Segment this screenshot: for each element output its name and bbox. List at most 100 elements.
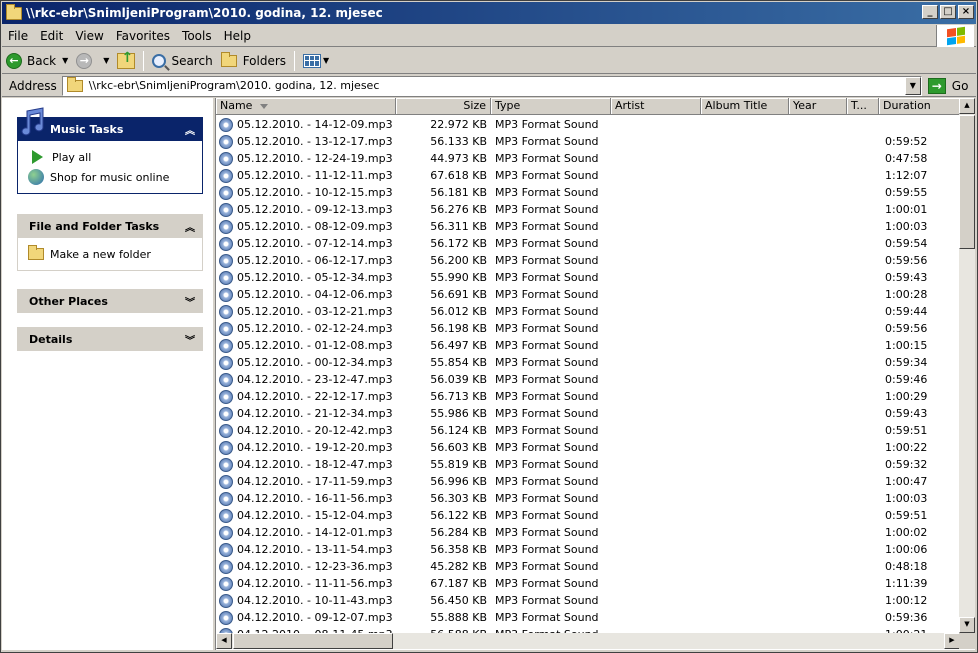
vertical-scroll-thumb[interactable] xyxy=(959,115,975,249)
column-header-duration[interactable]: Duration xyxy=(879,98,960,115)
file-row[interactable]: 04.12.2010. - 13-11-54.mp3 56.358 KB MP3 F… xyxy=(216,541,960,558)
file-row[interactable]: 04.12.2010. - 08-11-45.mp356.588 KBMP3 F… xyxy=(216,626,960,633)
other-places-header[interactable]: Other Places ︾ xyxy=(17,289,203,313)
file-row[interactable]: 04.12.2010. - 23-12-47.mp3 56.039 KB MP3 F… xyxy=(216,371,960,388)
back-button[interactable]: ← Back ▼ xyxy=(2,50,72,72)
mp3-file-icon xyxy=(219,474,233,489)
file-row[interactable]: 05.12.2010. - 06-12-17.mp3 56.200 KB MP3 F… xyxy=(216,252,960,269)
file-row[interactable]: 04.12.2010. - 12-23-36.mp3 45.282 KB MP3 F… xyxy=(216,558,960,575)
minimize-button[interactable]: _ xyxy=(922,5,938,19)
file-row[interactable]: 05.12.2010. - 12-24-19.mp3 44.973 KB MP3 F… xyxy=(216,150,960,167)
scroll-right-icon[interactable]: ▶ xyxy=(944,633,960,649)
file-type: MP3 Format Sound xyxy=(495,288,599,301)
file-folder-tasks-header[interactable]: File and Folder Tasks ︽ xyxy=(17,214,203,238)
collapse-chevron-icon[interactable]: ︽ xyxy=(185,122,195,137)
address-dropdown-icon[interactable]: ▼ xyxy=(904,76,921,95)
maximize-button[interactable]: □ xyxy=(940,5,956,19)
go-button[interactable]: → Go xyxy=(927,77,968,94)
file-row[interactable]: 05.12.2010. - 10-12-15.mp3 56.181 KB MP3 F… xyxy=(216,184,960,201)
menu-view[interactable]: View xyxy=(69,29,109,43)
file-type: MP3 Format Sound xyxy=(495,509,599,522)
scroll-left-icon[interactable]: ◀ xyxy=(216,633,232,649)
file-type: MP3 Format Sound xyxy=(495,441,599,454)
file-row[interactable]: 05.12.2010. - 04-12-06.mp3 56.691 KB MP3 F… xyxy=(216,286,960,303)
file-row[interactable]: 04.12.2010. - 10-11-43.mp3 56.450 KB MP3 F… xyxy=(216,592,960,609)
task-pane: Music Tasks ︽ Play all Shop for music on… xyxy=(2,98,213,650)
column-header-type[interactable]: Type xyxy=(491,98,611,115)
column-header-track[interactable]: T... xyxy=(847,98,879,115)
expand-chevron-icon[interactable]: ︾ xyxy=(185,294,195,309)
file-row[interactable]: 05.12.2010. - 05-12-34.mp3 55.990 KB MP3 F… xyxy=(216,269,960,286)
horizontal-scroll-thumb[interactable] xyxy=(233,633,393,649)
details-header[interactable]: Details ︾ xyxy=(17,327,203,351)
forward-dropdown-icon[interactable]: ▼ xyxy=(103,56,109,65)
column-header-album-title[interactable]: Album Title xyxy=(701,98,789,115)
forward-button[interactable]: → ▼ xyxy=(72,50,113,72)
file-row[interactable]: 05.12.2010. - 01-12-08.mp3 56.497 KB MP3 F… xyxy=(216,337,960,354)
scroll-down-icon[interactable]: ▼ xyxy=(959,617,975,633)
file-size: 55.819 KB xyxy=(430,458,487,471)
make-new-folder-link[interactable]: Make a new folder xyxy=(28,244,192,264)
search-button[interactable]: Search xyxy=(148,50,216,72)
collapse-chevron-icon[interactable]: ︽ xyxy=(185,219,195,234)
file-row[interactable]: 04.12.2010. - 09-12-07.mp3 55.888 KB MP3 F… xyxy=(216,609,960,626)
file-row[interactable]: 04.12.2010. - 20-12-42.mp3 56.124 KB MP3 F… xyxy=(216,422,960,439)
file-name-cell: 05.12.2010. - 04-12-06.mp3 xyxy=(216,287,396,302)
file-type: MP3 Format Sound xyxy=(495,577,599,590)
file-row[interactable]: 05.12.2010. - 02-12-24.mp3 56.198 KB MP3 F… xyxy=(216,320,960,337)
menu-bar: File Edit View Favorites Tools Help xyxy=(2,25,976,47)
file-row[interactable]: 05.12.2010. - 13-12-17.mp3 56.133 KB MP3 F… xyxy=(216,133,960,150)
vertical-scrollbar[interactable]: ▲ ▼ xyxy=(959,98,975,633)
title-bar[interactable]: \\rkc-ebr\SnimljeniProgram\2010. godina,… xyxy=(2,2,976,24)
file-row[interactable]: 05.12.2010. - 00-12-34.mp3 55.854 KB MP3 F… xyxy=(216,354,960,371)
menu-tools[interactable]: Tools xyxy=(176,29,218,43)
file-row[interactable]: 04.12.2010. - 17-11-59.mp3 56.996 KB MP3 F… xyxy=(216,473,960,490)
column-header-artist[interactable]: Artist xyxy=(611,98,701,115)
file-row[interactable]: 04.12.2010. - 18-12-47.mp3 55.819 KB MP3 F… xyxy=(216,456,960,473)
column-header-name[interactable]: Name xyxy=(216,98,396,115)
close-button[interactable]: × xyxy=(958,5,974,19)
file-row[interactable]: 04.12.2010. - 11-11-56.mp3 67.187 KB MP3 F… xyxy=(216,575,960,592)
file-row[interactable]: 04.12.2010. - 15-12-04.mp3 56.122 KB MP3 F… xyxy=(216,507,960,524)
folder-icon xyxy=(66,76,83,92)
file-row[interactable]: 05.12.2010. - 03-12-21.mp3 56.012 KB MP3 F… xyxy=(216,303,960,320)
horizontal-scrollbar[interactable]: ◀ ▶ xyxy=(216,633,960,649)
file-duration: 0:59:43 xyxy=(885,271,928,284)
file-row[interactable]: 04.12.2010. - 14-12-01.mp3 56.284 KB MP3 F… xyxy=(216,524,960,541)
file-type: MP3 Format Sound xyxy=(495,424,599,437)
column-header-size[interactable]: Size xyxy=(396,98,491,115)
file-type: MP3 Format Sound xyxy=(495,203,599,216)
file-type: MP3 Format Sound xyxy=(495,339,599,352)
back-dropdown-icon[interactable]: ▼ xyxy=(62,56,68,65)
file-row[interactable]: 04.12.2010. - 21-12-34.mp3 55.986 KB MP3 F… xyxy=(216,405,960,422)
file-row[interactable]: 05.12.2010. - 07-12-14.mp3 56.172 KB MP3 F… xyxy=(216,235,960,252)
views-button[interactable]: ▼ xyxy=(299,50,333,72)
file-list-pane: Name Size Type Artist Album Title Year T… xyxy=(215,98,975,650)
file-row[interactable]: 05.12.2010. - 14-12-09.mp3 22.972 KB MP3 F… xyxy=(216,116,960,133)
file-type: MP3 Format Sound xyxy=(495,118,599,131)
file-row[interactable]: 04.12.2010. - 19-12-20.mp3 56.603 KB MP3 F… xyxy=(216,439,960,456)
expand-chevron-icon[interactable]: ︾ xyxy=(185,332,195,347)
address-input[interactable]: \\rkc-ebr\SnimljeniProgram\2010. godina,… xyxy=(61,75,922,96)
scroll-up-icon[interactable]: ▲ xyxy=(959,98,975,114)
file-row[interactable]: 05.12.2010. - 09-12-13.mp3 56.276 KB MP3 F… xyxy=(216,201,960,218)
file-row[interactable]: 05.12.2010. - 08-12-09.mp3 56.311 KB MP3 F… xyxy=(216,218,960,235)
file-size: 56.039 KB xyxy=(430,373,487,386)
menu-favorites[interactable]: Favorites xyxy=(110,29,176,43)
sort-desc-icon xyxy=(260,103,269,109)
shop-music-link[interactable]: Shop for music online xyxy=(28,167,192,187)
play-icon xyxy=(32,150,43,164)
file-row[interactable]: 04.12.2010. - 16-11-56.mp3 56.303 KB MP3 F… xyxy=(216,490,960,507)
file-row[interactable]: 04.12.2010. - 22-12-17.mp3 56.713 KB MP3 F… xyxy=(216,388,960,405)
menu-help[interactable]: Help xyxy=(218,29,257,43)
file-row[interactable]: 05.12.2010. - 11-12-11.mp3 67.618 KB MP3 F… xyxy=(216,167,960,184)
menu-edit[interactable]: Edit xyxy=(34,29,69,43)
file-size: 56.450 KB xyxy=(430,594,487,607)
column-header-year[interactable]: Year xyxy=(789,98,847,115)
file-duration: 0:59:46 xyxy=(885,373,928,386)
menu-file[interactable]: File xyxy=(2,29,34,43)
new-folder-icon xyxy=(28,245,44,260)
up-folder-button[interactable] xyxy=(113,50,139,72)
folders-button[interactable]: Folders xyxy=(217,50,290,72)
play-all-link[interactable]: Play all xyxy=(28,147,192,167)
